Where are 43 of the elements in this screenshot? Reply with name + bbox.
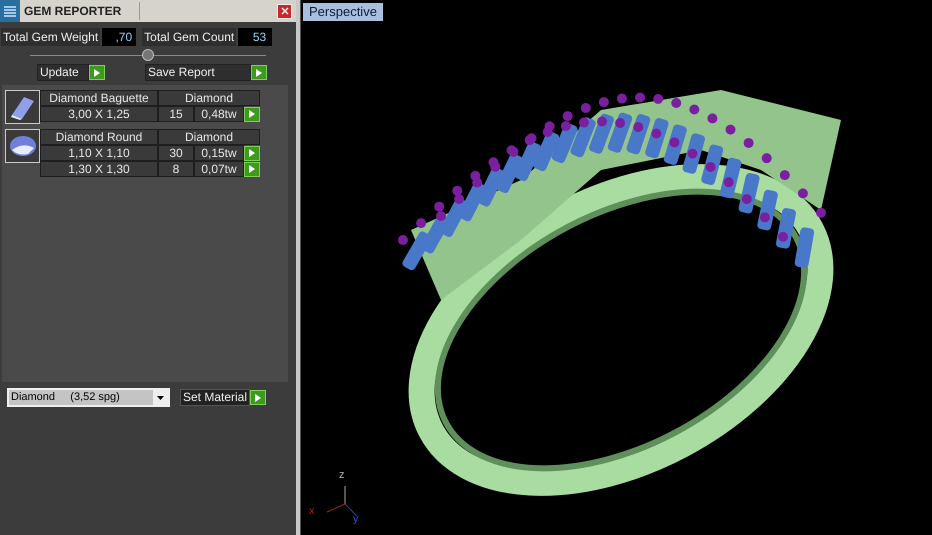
gem-count: 15 — [158, 106, 194, 122]
round-gem-icon — [8, 134, 38, 158]
slider-handle[interactable] — [142, 49, 154, 61]
weight-play-button[interactable] — [244, 146, 260, 160]
gem-weight: 0,15tw — [194, 145, 244, 161]
window-title: GEM REPORTER — [24, 2, 140, 20]
gem-count: 8 — [158, 161, 194, 177]
play-icon — [94, 68, 100, 76]
gem-size: 1,10 X 1,10 — [40, 145, 158, 161]
material-dropdown[interactable]: Diamond (3,52 spg) — [7, 388, 170, 407]
total-count-value: 53 — [238, 28, 272, 46]
update-play-button[interactable] — [89, 65, 105, 80]
play-icon — [256, 68, 262, 76]
weight-play-button[interactable] — [244, 162, 260, 176]
play-icon — [249, 110, 255, 118]
gem-name: Diamond Round — [40, 129, 158, 145]
close-icon — [280, 7, 288, 15]
gem-weight: 0,07tw — [194, 161, 244, 177]
axis-label: y — [353, 514, 358, 525]
app-icon — [0, 0, 20, 22]
slider[interactable] — [30, 48, 266, 62]
gem-name: Diamond Baguette — [40, 90, 158, 106]
axis-label: x — [309, 506, 314, 517]
save-report-play-button[interactable] — [251, 65, 267, 80]
axis-label: z — [339, 470, 344, 481]
gem-size: 1,30 X 1,30 — [40, 161, 158, 177]
gem-material: Diamond — [158, 90, 260, 106]
set-material-button[interactable]: Set Material — [180, 389, 250, 406]
set-material-play-button[interactable] — [250, 390, 266, 405]
play-icon — [255, 394, 262, 402]
total-weight-value: ,70 — [102, 28, 136, 46]
material-value: Diamond (3,52 spg) — [10, 390, 120, 406]
close-button[interactable] — [277, 4, 292, 18]
total-weight-label: Total Gem Weight — [1, 28, 100, 46]
update-button[interactable]: Update — [37, 64, 89, 81]
save-report-button[interactable]: Save Report — [145, 64, 251, 81]
total-count-label: Total Gem Count — [142, 28, 236, 46]
gem-material: Diamond — [158, 129, 260, 145]
gem-weight: 0,48tw — [194, 106, 244, 122]
weight-play-button[interactable] — [244, 106, 260, 122]
gem-size: 3,00 X 1,25 — [40, 106, 158, 122]
gem-count: 30 — [158, 145, 194, 161]
viewport-label: Perspective — [303, 3, 383, 21]
